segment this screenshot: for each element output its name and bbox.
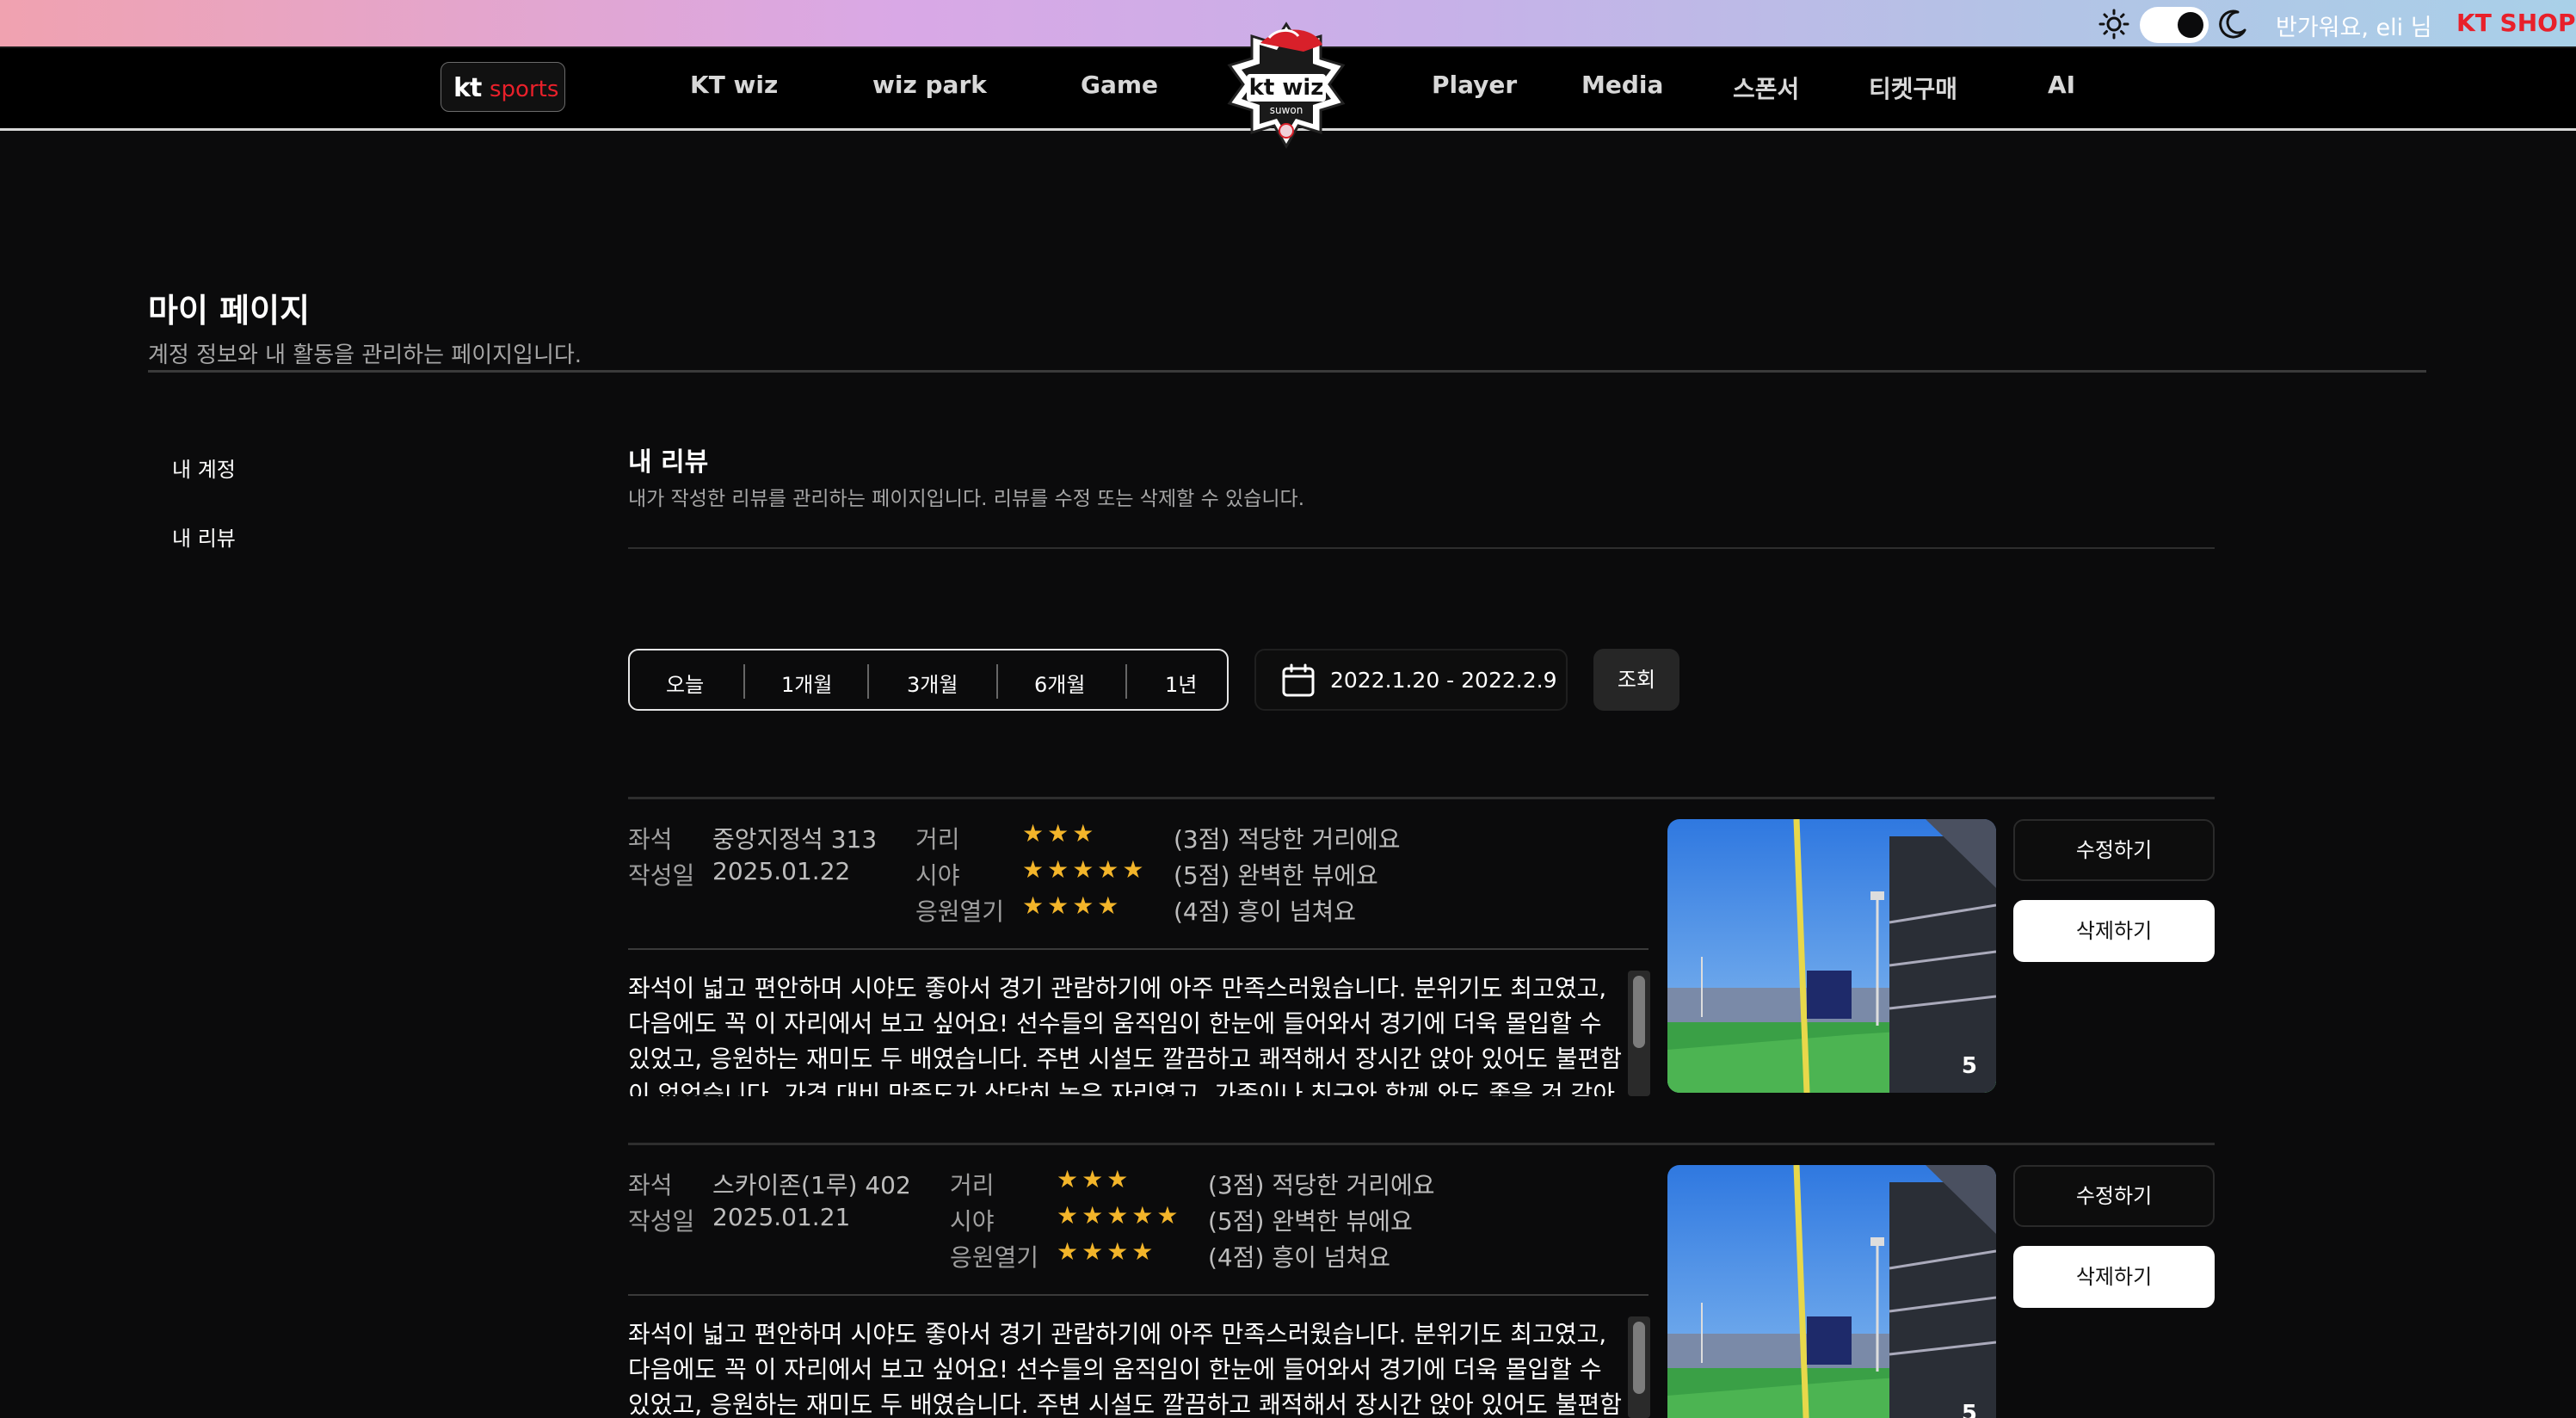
period-separator xyxy=(743,664,745,699)
sidebar-item-reviews[interactable]: 내 리뷰 xyxy=(172,521,236,552)
photo-count: 5 xyxy=(1961,1053,1977,1079)
review-scrollbar[interactable] xyxy=(1628,1316,1650,1418)
distance-label: 거리 xyxy=(915,825,960,854)
delete-button[interactable]: 삭제하기 xyxy=(2013,900,2215,962)
section-title: 내 리뷰 xyxy=(628,447,709,478)
period-1-year[interactable]: 1년 xyxy=(1165,668,1197,698)
distance-score: (3점) 적당한 거리에요 xyxy=(1208,1171,1435,1199)
svg-text:kt wiz: kt wiz xyxy=(1249,75,1324,101)
distance-stars: ★★★ xyxy=(1057,1165,1132,1193)
nav-item-wiz-park[interactable]: wiz park xyxy=(872,71,987,99)
view-score: (5점) 완벽한 뷰에요 xyxy=(1174,861,1378,890)
logo-sports-text: sports xyxy=(490,77,559,102)
period-1-month[interactable]: 1개월 xyxy=(781,668,832,698)
seat-label: 좌석 xyxy=(628,825,673,854)
search-button[interactable]: 조회 xyxy=(1593,649,1679,711)
nav-item-player[interactable]: Player xyxy=(1432,71,1517,99)
review-photo[interactable]: 5 xyxy=(1667,1165,1996,1418)
cheer-stars: ★★★★ xyxy=(1057,1237,1157,1266)
nav-item-ticket[interactable]: 티켓구매 xyxy=(1869,71,1957,105)
review-body: 좌석이 넓고 편안하며 시야도 좋아서 경기 관람하기에 아주 만족스러웠습니다… xyxy=(628,974,1623,1096)
period-separator xyxy=(996,664,998,699)
section-subtitle: 내가 작성한 리뷰를 관리하는 페이지입니다. 리뷰를 수정 또는 삭제할 수 … xyxy=(628,488,1305,510)
date-range-picker[interactable]: 2022.1.20 - 2022.2.9 xyxy=(1254,649,1568,711)
kt-sports-logo[interactable]: kt sports xyxy=(441,62,565,112)
logo-kt-text: kt xyxy=(453,73,482,103)
seat-value: 중앙지정석 313 xyxy=(712,825,878,854)
review-photo[interactable]: 5 xyxy=(1667,819,1996,1093)
view-stars: ★★★★★ xyxy=(1022,855,1148,884)
review-card: 좌석 중앙지정석 313 작성일 2025.01.22 거리 ★★★ (3점) … xyxy=(628,797,2215,1141)
period-separator xyxy=(1125,664,1127,699)
period-3-months[interactable]: 3개월 xyxy=(907,668,958,698)
review-divider xyxy=(628,1143,2215,1145)
cheer-label: 응원열기 xyxy=(950,1243,1039,1272)
review-inner-divider xyxy=(628,948,1649,950)
edit-button[interactable]: 수정하기 xyxy=(2013,819,2215,881)
period-separator xyxy=(867,664,869,699)
cheer-score: (4점) 흥이 넘쳐요 xyxy=(1174,897,1357,926)
calendar-icon xyxy=(1282,663,1315,697)
distance-score: (3점) 적당한 거리에요 xyxy=(1174,825,1401,854)
distance-stars: ★★★ xyxy=(1022,819,1098,848)
period-filter: 오늘 1개월 3개월 6개월 1년 xyxy=(628,649,1229,711)
nav-item-ai[interactable]: AI xyxy=(2048,71,2075,99)
theme-toggle-knob xyxy=(2178,12,2203,38)
view-label: 시야 xyxy=(915,861,960,890)
cheer-stars: ★★★★ xyxy=(1022,891,1123,920)
seat-value: 스카이존(1루) 402 xyxy=(712,1171,911,1199)
nav-item-game[interactable]: Game xyxy=(1081,71,1158,99)
date-label: 작성일 xyxy=(628,861,695,890)
cheer-score: (4점) 흥이 넘쳐요 xyxy=(1208,1243,1391,1272)
moon-icon[interactable] xyxy=(2215,7,2250,41)
view-stars: ★★★★★ xyxy=(1057,1201,1182,1230)
seat-label: 좌석 xyxy=(628,1171,673,1199)
theme-toggle[interactable] xyxy=(2140,7,2209,43)
review-inner-divider xyxy=(628,1294,1649,1296)
nav-item-sponsor[interactable]: 스폰서 xyxy=(1733,71,1799,105)
sidebar-item-account[interactable]: 내 계정 xyxy=(172,453,236,483)
review-divider xyxy=(628,797,2215,799)
photo-count: 5 xyxy=(1961,1401,1977,1418)
page-subtitle: 계정 정보와 내 활동을 관리하는 페이지입니다. xyxy=(148,342,582,368)
view-label: 시야 xyxy=(950,1207,995,1236)
delete-button[interactable]: 삭제하기 xyxy=(2013,1246,2215,1308)
scrollbar-thumb[interactable] xyxy=(1633,976,1645,1048)
page-divider xyxy=(148,370,2426,373)
scrollbar-thumb[interactable] xyxy=(1633,1322,1645,1394)
sun-icon[interactable] xyxy=(2097,9,2131,40)
date-range-text: 2022.1.20 - 2022.2.9 xyxy=(1330,668,1557,693)
page-title: 마이 페이지 xyxy=(148,292,311,330)
kt-wiz-emblem[interactable]: kt wiz suwon xyxy=(1209,17,1364,155)
nav-item-kt-wiz[interactable]: KT wiz xyxy=(690,71,778,99)
date-value: 2025.01.21 xyxy=(712,1203,851,1231)
user-greeting[interactable]: 반가워요, eli 님 xyxy=(2276,9,2432,42)
stadium-photo-image xyxy=(1667,819,1996,1093)
cheer-label: 응원열기 xyxy=(915,897,1005,926)
kt-shop-link[interactable]: KT SHOP xyxy=(2456,9,2575,37)
svg-text:suwon: suwon xyxy=(1270,104,1303,116)
section-divider xyxy=(628,547,2215,549)
date-label: 작성일 xyxy=(628,1207,695,1236)
review-card: 좌석 스카이존(1루) 402 작성일 2025.01.21 거리 ★★★ (3… xyxy=(628,1143,2215,1418)
view-score: (5점) 완벽한 뷰에요 xyxy=(1208,1207,1413,1236)
stadium-photo-image xyxy=(1667,1165,1996,1418)
review-scrollbar[interactable] xyxy=(1628,971,1650,1096)
period-6-months[interactable]: 6개월 xyxy=(1034,668,1085,698)
distance-label: 거리 xyxy=(950,1171,995,1199)
review-body: 좌석이 넓고 편안하며 시야도 좋아서 경기 관람하기에 아주 만족스러웠습니다… xyxy=(628,1320,1623,1418)
period-today[interactable]: 오늘 xyxy=(666,668,704,698)
nav-item-media[interactable]: Media xyxy=(1581,71,1663,99)
edit-button[interactable]: 수정하기 xyxy=(2013,1165,2215,1227)
date-value: 2025.01.22 xyxy=(712,857,851,885)
